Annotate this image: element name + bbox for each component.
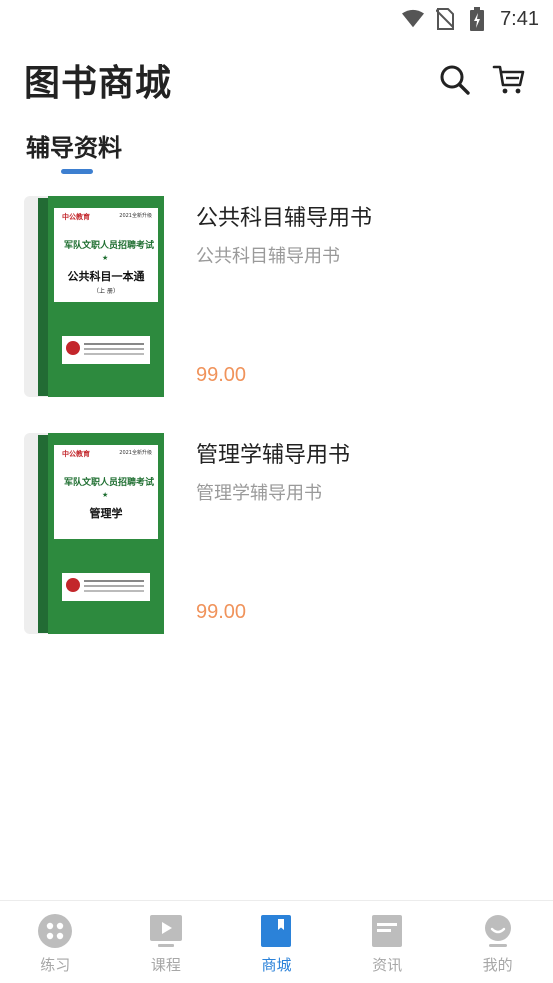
star-icon: ★ — [102, 254, 109, 262]
cover-year: 2021全新升级 — [119, 213, 152, 219]
book-cover: 中公教育 2021全新升级 军队文职人员招聘考试 ★ 管理学 — [24, 433, 164, 634]
tab-profile[interactable]: 我的 — [442, 901, 553, 983]
section-tab-tutoring-materials[interactable]: 辅导资料 — [26, 128, 122, 174]
cart-button[interactable] — [489, 60, 529, 100]
section-underline — [61, 169, 93, 174]
status-bar: 7:41 — [0, 0, 553, 38]
tab-course[interactable]: 课程 — [111, 901, 222, 983]
cart-icon — [492, 65, 525, 94]
bookstore-icon — [259, 914, 293, 948]
tab-practice[interactable]: 练习 — [0, 901, 111, 983]
product-item[interactable]: 中公教育 2021全新升级 军队文职人员招聘考试 ★ 公共科目一本通 （上 册）… — [0, 196, 553, 433]
cover-volume: （上 册） — [93, 288, 119, 295]
product-info: 公共科目辅导用书 公共科目辅导用书 99.00 — [196, 196, 533, 397]
cover-subject: 管理学 — [89, 507, 123, 520]
profile-icon — [481, 914, 515, 948]
product-description: 管理学辅导用书 — [196, 483, 322, 504]
product-name: 公共科目辅导用书 — [196, 206, 373, 231]
cover-subject: 公共科目一本通 — [67, 270, 145, 283]
tab-label: 练习 — [40, 956, 71, 974]
cover-brand: 中公教育 — [62, 450, 90, 458]
product-item[interactable]: 中公教育 2021全新升级 军队文职人员招聘考试 ★ 管理学 管理学辅导用书 管… — [0, 433, 553, 670]
tab-news[interactable]: 资讯 — [332, 901, 443, 983]
product-description: 公共科目辅导用书 — [196, 246, 340, 267]
wifi-icon — [402, 8, 425, 30]
header: 图书商城 — [0, 48, 553, 112]
search-button[interactable] — [435, 60, 475, 100]
no-sim-icon — [434, 8, 456, 30]
product-price: 99.00 — [196, 601, 247, 623]
cover-series: 军队文职人员招聘考试 — [64, 478, 155, 488]
battery-charging-icon — [466, 7, 488, 31]
tab-label: 资讯 — [372, 956, 403, 974]
product-name: 管理学辅导用书 — [196, 443, 351, 468]
course-play-icon — [149, 914, 183, 948]
clock: 7:41 — [500, 7, 539, 30]
section-label: 辅导资料 — [26, 134, 122, 162]
book-cover: 中公教育 2021全新升级 军队文职人员招聘考试 ★ 公共科目一本通 （上 册） — [24, 196, 164, 397]
cover-badge — [62, 336, 150, 364]
page-title: 图书商城 — [24, 63, 173, 104]
product-price: 99.00 — [196, 364, 247, 386]
cover-year: 2021全新升级 — [119, 450, 152, 456]
practice-icon — [38, 914, 73, 948]
cover-badge — [62, 573, 150, 601]
news-icon — [370, 914, 404, 948]
cover-series: 军队文职人员招聘考试 — [64, 241, 155, 251]
tab-label: 我的 — [482, 956, 513, 974]
product-info: 管理学辅导用书 管理学辅导用书 99.00 — [196, 433, 533, 634]
tab-store[interactable]: 商城 — [221, 901, 332, 983]
product-list: 中公教育 2021全新升级 军队文职人员招聘考试 ★ 公共科目一本通 （上 册）… — [0, 196, 553, 670]
cover-brand: 中公教育 — [62, 213, 90, 221]
tab-label: 课程 — [150, 956, 181, 974]
tab-label: 商城 — [261, 956, 292, 974]
star-icon: ★ — [102, 491, 109, 499]
search-icon — [440, 65, 470, 95]
bottom-tab-bar: 练习 课程 商城 资讯 我的 — [0, 900, 553, 983]
